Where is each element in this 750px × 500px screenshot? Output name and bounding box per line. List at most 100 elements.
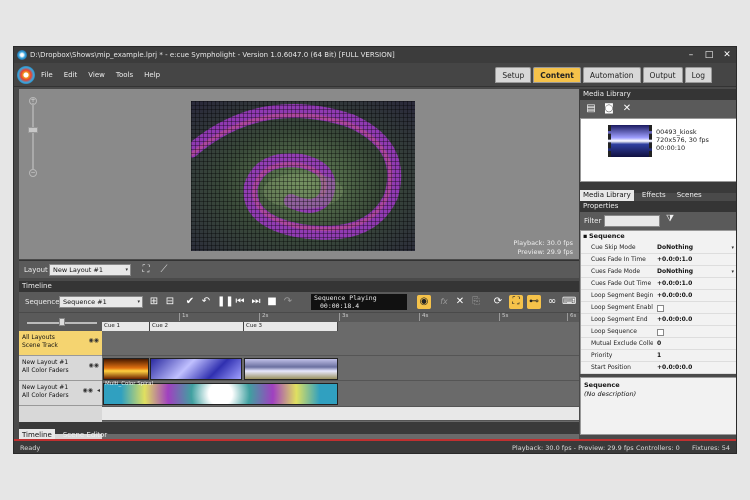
pause-icon[interactable]: ❚❚ xyxy=(217,295,234,309)
visibility-icon[interactable]: ◉◉ xyxy=(89,362,99,370)
property-row[interactable]: Loop Segment End +0.0:0:0.0 xyxy=(581,314,736,326)
menu-file[interactable]: File xyxy=(41,63,53,87)
property-row[interactable]: Cues Fade Out Time +0.0:0:1.0 xyxy=(581,278,736,290)
property-value[interactable]: DoNothing xyxy=(657,266,693,278)
cue-marker[interactable]: Cue 2 xyxy=(150,322,244,331)
menu-view[interactable]: View xyxy=(88,63,105,87)
maximize-icon[interactable]: □ xyxy=(700,47,718,63)
glasses-icon[interactable]: ∞ xyxy=(545,295,559,309)
property-row[interactable]: Cue Skip Mode DoNothing ▾ xyxy=(581,242,736,254)
property-value[interactable]: DoNothing xyxy=(657,242,693,254)
led-matrix-preview[interactable] xyxy=(191,101,415,251)
folder-icon[interactable]: ▤ xyxy=(584,102,598,116)
property-value[interactable]: +0.0:0:0.0 xyxy=(657,362,692,374)
undo-icon[interactable]: ↶ xyxy=(199,295,213,309)
timeline-ruler[interactable]: 1s 2s 3s 4s 5s 6s Cue 1 Cue 2 Cue 3 xyxy=(19,313,579,331)
property-value[interactable]: 0 xyxy=(657,338,661,350)
property-row[interactable]: Cues Fade Mode DoNothing ▾ xyxy=(581,266,736,278)
zoom-thumb[interactable] xyxy=(28,127,38,133)
eye-icon[interactable]: ◉ xyxy=(417,295,431,309)
stop-icon[interactable]: ■ xyxy=(265,295,279,309)
delete-icon[interactable]: ✕ xyxy=(453,295,467,309)
fit-view-icon[interactable]: ⛶ xyxy=(139,263,153,277)
sequence-select[interactable]: Sequence #1 ▾ xyxy=(59,296,143,308)
scene-track-row[interactable] xyxy=(102,331,579,356)
cue-marker[interactable]: Cue 3 xyxy=(244,322,338,331)
empty-track-row[interactable] xyxy=(102,407,579,421)
fit-timeline-icon[interactable]: ⛶ xyxy=(509,295,523,309)
property-value[interactable]: +0.0:0:1.0 xyxy=(657,278,692,290)
app-window: D:\Dropbox\Shows\mip_example.lprj * - e:… xyxy=(13,46,737,454)
track-header-faders-2[interactable]: New Layout #1 All Color Faders ◉◉ ◂ xyxy=(19,381,102,406)
next-icon[interactable]: ⏭ xyxy=(249,295,263,309)
collapse-group-icon[interactable]: ▪ xyxy=(583,231,587,242)
tab-output[interactable]: Output xyxy=(642,67,683,83)
close-icon[interactable]: ✕ xyxy=(718,47,736,63)
chevron-down-icon[interactable]: ▾ xyxy=(731,242,734,254)
filter-input[interactable] xyxy=(604,215,660,227)
track-header-faders-1[interactable]: New Layout #1 All Color Faders ◉◉ xyxy=(19,356,102,381)
fx-icon[interactable]: fx xyxy=(437,295,451,309)
menu-help[interactable]: Help xyxy=(144,63,160,87)
cue-marker[interactable]: Cue 1 xyxy=(102,322,150,331)
magic-wand-icon[interactable]: ⟋ xyxy=(157,263,171,277)
snap-icon[interactable]: ⊷ xyxy=(527,295,541,309)
chevron-down-icon[interactable]: ▾ xyxy=(731,266,734,278)
loop-icon[interactable]: ⟳ xyxy=(491,295,505,309)
check-icon[interactable]: ✔ xyxy=(183,295,197,309)
tab-automation[interactable]: Automation xyxy=(582,67,641,83)
zoom-out-icon[interactable]: − xyxy=(29,169,37,177)
visibility-icon[interactable]: ◉◉ xyxy=(83,387,93,395)
loop-segment-enabled-checkbox[interactable] xyxy=(657,305,664,312)
property-row[interactable]: Loop Segment Enabled xyxy=(581,302,736,314)
redo-icon[interactable]: ↷ xyxy=(281,295,295,309)
tab-setup[interactable]: Setup xyxy=(495,67,532,83)
delete-media-icon[interactable]: ✕ xyxy=(620,102,634,116)
fader-track-row-1[interactable] xyxy=(102,356,579,381)
property-row[interactable]: Priority 1 xyxy=(581,350,736,362)
property-value[interactable]: +0.0:0:0.0 xyxy=(657,314,692,326)
timeline-zoom-thumb[interactable] xyxy=(59,318,65,326)
collapse-icon[interactable]: ◂ xyxy=(97,387,100,395)
minimize-icon[interactable]: – xyxy=(682,47,700,63)
fire-clip[interactable] xyxy=(103,358,149,380)
property-row[interactable]: Loop Sequence xyxy=(581,326,736,338)
property-value[interactable]: +0.0:0:0.0 xyxy=(657,290,692,302)
property-value[interactable]: 1 xyxy=(657,350,661,362)
filter-icon[interactable]: ⧩ xyxy=(666,214,674,224)
property-row[interactable]: Mutual Exclude Collection 0 xyxy=(581,338,736,350)
plasma-clip[interactable] xyxy=(150,358,242,380)
zoom-slider[interactable]: + − xyxy=(27,97,39,177)
track-header-scene[interactable]: All Layouts Scene Track ◉◉ xyxy=(19,331,102,356)
fader-track-row-2[interactable]: Multi_Color Spiral xyxy=(102,381,579,407)
app-logo-icon[interactable] xyxy=(17,66,35,84)
zoom-track[interactable] xyxy=(32,103,34,169)
tab-media-library[interactable]: Media Library xyxy=(580,190,634,201)
property-row[interactable]: Loop Segment Begin +0.0:0:0.0 xyxy=(581,290,736,302)
stripe-clip[interactable] xyxy=(244,358,338,380)
property-group-header[interactable]: ▪ Sequence xyxy=(581,231,736,242)
media-item-info[interactable]: 00493_kiosk 720x576, 30 fps 00:00:10 xyxy=(656,128,709,152)
tab-content[interactable]: Content xyxy=(533,67,581,83)
property-row[interactable]: Cues Fade In Time +0.0:0:1.0 xyxy=(581,254,736,266)
visibility-icon[interactable]: ◉◉ xyxy=(89,337,99,345)
keyboard-icon[interactable]: ⌨ xyxy=(562,295,576,309)
property-row[interactable]: Start Position +0.0:0:0.0 xyxy=(581,362,736,374)
save-sequence-icon[interactable]: ⊟ xyxy=(163,295,177,309)
tab-scenes[interactable]: Scenes xyxy=(674,190,705,201)
layout-select[interactable]: New Layout #1 ▾ xyxy=(49,264,131,276)
tab-effects[interactable]: Effects xyxy=(639,190,669,201)
stage-viewer[interactable]: + − Playback: 30.0 fps Preview: 29.9 fps xyxy=(19,89,579,259)
copy-icon[interactable]: ⎘ xyxy=(469,295,483,309)
tab-log[interactable]: Log xyxy=(684,67,712,83)
loop-sequence-checkbox[interactable] xyxy=(657,329,664,336)
media-thumbnail[interactable] xyxy=(608,125,652,157)
previous-icon[interactable]: ⏮ xyxy=(233,295,247,309)
add-sequence-icon[interactable]: ⊞ xyxy=(147,295,161,309)
menu-tools[interactable]: Tools xyxy=(116,63,133,87)
media-library-list[interactable]: 00493_kiosk 720x576, 30 fps 00:00:10 xyxy=(580,118,736,182)
timeline-track-area[interactable]: Multi_Color Spiral xyxy=(102,331,579,453)
camera-icon[interactable]: ◙ xyxy=(602,102,616,116)
property-value[interactable]: +0.0:0:1.0 xyxy=(657,254,692,266)
menu-edit[interactable]: Edit xyxy=(64,63,78,87)
